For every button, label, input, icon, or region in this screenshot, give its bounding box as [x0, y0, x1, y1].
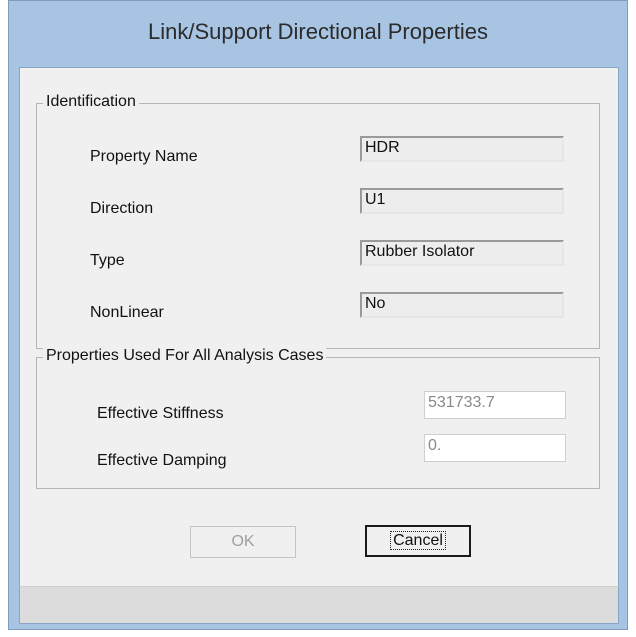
- nonlinear-label: NonLinear: [90, 304, 164, 321]
- type-label: Type: [90, 252, 125, 269]
- property-name-field: HDR: [360, 136, 564, 162]
- cancel-button[interactable]: Cancel: [365, 525, 471, 557]
- properties-group: Properties Used For All Analysis Cases E…: [36, 347, 600, 489]
- effective-damping-input[interactable]: 0.: [424, 434, 566, 462]
- dialog-window: Link/Support Directional Properties Iden…: [8, 0, 628, 630]
- effective-stiffness-label: Effective Stiffness: [97, 405, 224, 422]
- identification-legend: Identification: [43, 93, 139, 111]
- type-field: Rubber Isolator: [360, 240, 564, 266]
- dialog-client-area: Identification Property Name HDR Directi…: [19, 67, 619, 587]
- identification-group: Identification Property Name HDR Directi…: [36, 93, 600, 349]
- ok-button[interactable]: OK: [190, 526, 296, 558]
- effective-damping-label: Effective Damping: [97, 452, 227, 469]
- direction-field: U1: [360, 188, 564, 214]
- window-title: Link/Support Directional Properties: [148, 19, 488, 44]
- nonlinear-field: No: [360, 292, 564, 318]
- effective-stiffness-input[interactable]: 531733.7: [424, 391, 566, 419]
- cancel-button-label: Cancel: [390, 531, 446, 550]
- dialog-bottom-strip: [19, 586, 619, 624]
- properties-legend: Properties Used For All Analysis Cases: [43, 347, 327, 365]
- property-name-label: Property Name: [90, 148, 198, 165]
- direction-label: Direction: [90, 200, 154, 217]
